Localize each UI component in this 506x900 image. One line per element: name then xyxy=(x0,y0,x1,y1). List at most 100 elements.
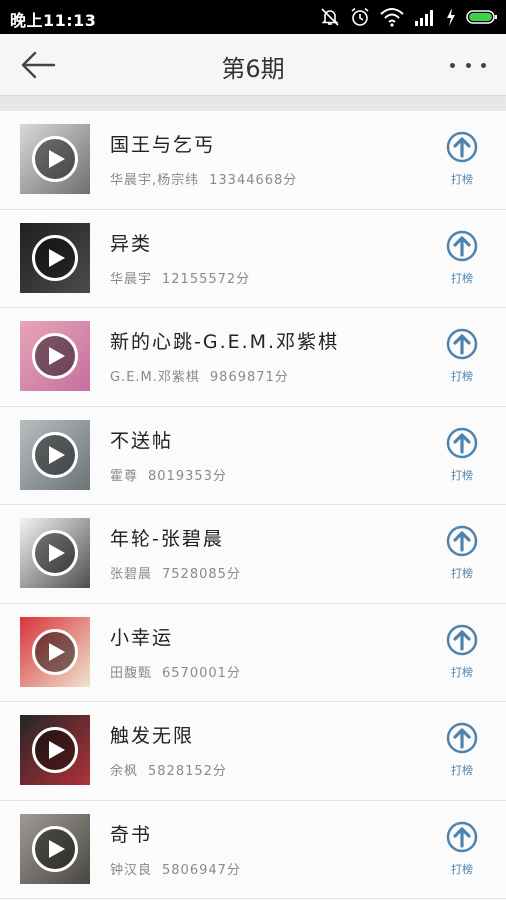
vote-label: 打榜 xyxy=(451,370,473,383)
song-score: 8019353分 xyxy=(148,468,227,484)
upvote-arrow-icon xyxy=(446,624,478,655)
song-artist: 钟汉良 xyxy=(110,862,153,878)
song-score: 7528085分 xyxy=(162,567,241,582)
vote-button[interactable]: 打榜 xyxy=(442,525,482,585)
status-time: 晚上11:13 xyxy=(10,11,97,30)
play-button[interactable] xyxy=(32,530,78,576)
play-icon xyxy=(49,642,65,661)
album-cover[interactable] xyxy=(20,616,90,687)
vote-button[interactable]: 打榜 xyxy=(442,722,482,782)
play-button[interactable] xyxy=(32,136,78,182)
song-meta: 华晨宇,杨宗纬 13344668分 xyxy=(110,169,297,188)
play-button[interactable] xyxy=(32,628,78,675)
page-title: 第6期 xyxy=(221,55,285,83)
more-options-button[interactable] xyxy=(450,54,486,76)
song-row[interactable]: 新的心跳-G.E.M.邓紫棋 G.E.M.邓紫棋 9869871分 打榜 xyxy=(0,308,506,407)
song-score: 5828152分 xyxy=(148,764,227,779)
song-list: 国王与乞丐 华晨宇,杨宗纬 13344668分 打榜 异类 华晨宇 12155572… xyxy=(0,111,506,900)
more-dot-icon xyxy=(481,62,486,68)
song-row[interactable]: 触发无限 余枫 5828152分 打榜 xyxy=(0,702,506,801)
song-meta: 田馥甄 6570001分 xyxy=(110,662,241,681)
status-icons xyxy=(320,6,498,28)
album-cover[interactable] xyxy=(20,715,90,785)
battery-icon xyxy=(466,10,497,24)
vote-label: 打榜 xyxy=(451,468,473,482)
vote-label: 打榜 xyxy=(451,567,473,580)
album-cover[interactable] xyxy=(20,124,90,194)
song-artist: 张碧晨 xyxy=(110,567,153,582)
song-title: 年轮-张碧晨 xyxy=(110,528,224,550)
more-dot-icon xyxy=(450,62,455,68)
charging-icon xyxy=(447,8,455,26)
signal-icon xyxy=(415,10,433,26)
vote-label: 打榜 xyxy=(451,665,473,679)
song-row[interactable]: 小幸运 田馥甄 6570001分 打榜 xyxy=(0,604,506,702)
header-divider xyxy=(0,97,506,111)
song-row[interactable]: 异类 华晨宇 12155572分 打榜 xyxy=(0,210,506,308)
album-cover[interactable] xyxy=(20,321,90,391)
play-button[interactable] xyxy=(32,431,78,478)
album-cover[interactable] xyxy=(20,222,90,293)
song-row[interactable]: 年轮-张碧晨 张碧晨 7528085分 打榜 xyxy=(0,505,506,604)
song-score: 6570001分 xyxy=(162,665,241,681)
play-icon xyxy=(49,347,65,365)
status-bar: 晚上11:13 xyxy=(0,0,506,34)
play-button[interactable] xyxy=(32,727,78,773)
vote-label: 打榜 xyxy=(451,173,473,186)
song-title: 不送帖 xyxy=(110,429,174,452)
song-title: 奇书 xyxy=(110,823,153,846)
title-bar: 第6期 xyxy=(0,34,506,96)
album-cover[interactable] xyxy=(20,813,90,884)
play-icon xyxy=(49,150,65,168)
song-meta: 钟汉良 5806947分 xyxy=(110,859,241,878)
vote-label: 打榜 xyxy=(451,271,473,285)
song-title: 异类 xyxy=(110,232,153,255)
upvote-arrow-icon xyxy=(446,821,478,852)
upvote-arrow-icon xyxy=(446,131,478,163)
play-icon xyxy=(49,544,65,562)
vote-label: 打榜 xyxy=(451,764,473,777)
song-row[interactable]: 国王与乞丐 华晨宇,杨宗纬 13344668分 打榜 xyxy=(0,111,506,210)
song-meta: 霍尊 8019353分 xyxy=(110,465,227,484)
upvote-arrow-icon xyxy=(446,525,478,557)
song-score: 13344668分 xyxy=(209,173,298,188)
alarm-off-icon xyxy=(321,8,339,26)
play-icon xyxy=(49,741,65,759)
vote-button[interactable]: 打榜 xyxy=(442,328,482,388)
song-row[interactable]: 奇书 钟汉良 5806947分 打榜 xyxy=(0,801,506,899)
song-title: 新的心跳-G.E.M.邓紫棋 xyxy=(110,331,340,353)
upvote-arrow-icon xyxy=(446,427,478,458)
play-icon xyxy=(49,445,65,464)
vote-button[interactable]: 打榜 xyxy=(442,131,482,191)
vote-button[interactable]: 打榜 xyxy=(442,624,482,684)
song-artist: 田馥甄 xyxy=(110,665,153,681)
alarm-clock-icon xyxy=(351,7,369,26)
vote-button[interactable]: 打榜 xyxy=(442,427,482,487)
song-title: 触发无限 xyxy=(110,725,195,747)
song-meta: 华晨宇 12155572分 xyxy=(110,268,250,287)
upvote-arrow-icon xyxy=(446,722,478,754)
song-score: 5806947分 xyxy=(162,862,241,878)
wifi-icon xyxy=(380,8,404,27)
song-artist: 余枫 xyxy=(110,764,139,779)
vote-button[interactable]: 打榜 xyxy=(442,821,482,881)
song-row[interactable]: 不送帖 霍尊 8019353分 打榜 xyxy=(0,407,506,505)
play-button[interactable] xyxy=(32,825,78,872)
more-dot-icon xyxy=(465,62,471,68)
vote-label: 打榜 xyxy=(451,862,473,876)
album-cover[interactable] xyxy=(20,518,90,588)
album-cover[interactable] xyxy=(20,419,90,490)
vote-button[interactable]: 打榜 xyxy=(442,230,482,290)
play-icon xyxy=(49,248,65,267)
song-artist: 华晨宇,杨宗纬 xyxy=(110,173,200,188)
song-score: 9869871分 xyxy=(209,370,289,385)
play-button[interactable] xyxy=(32,234,78,281)
song-meta: G.E.M.邓紫棋 9869871分 xyxy=(110,366,289,385)
upvote-arrow-icon xyxy=(446,230,478,261)
play-button[interactable] xyxy=(32,333,78,379)
song-title: 小幸运 xyxy=(110,626,174,649)
play-icon xyxy=(49,839,65,858)
song-title: 国王与乞丐 xyxy=(110,134,216,156)
song-meta: 张碧晨 7528085分 xyxy=(110,563,241,582)
song-score: 12155572分 xyxy=(162,271,251,287)
